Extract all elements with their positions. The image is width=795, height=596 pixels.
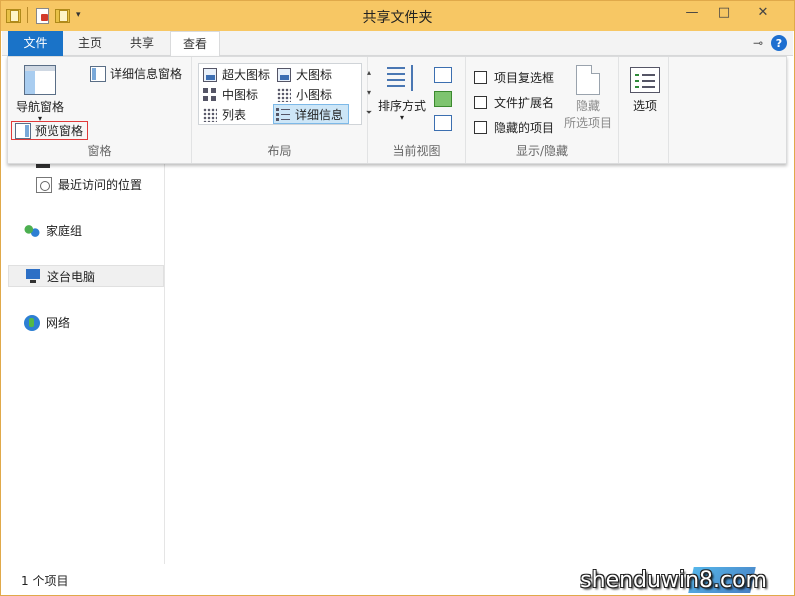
layout-group-label: 布局 <box>267 144 292 158</box>
list-icon <box>203 107 217 122</box>
extra-large-icons-icon <box>203 67 217 82</box>
details-pane-label: 详细信息窗格 <box>110 67 183 81</box>
recent-places-icon <box>36 176 52 193</box>
panes-group: 导航窗格 ▾ 预览窗格 详细信息窗格 窗格 <box>8 57 192 163</box>
options-icon <box>630 67 660 93</box>
layout-item-label: 详细信息 <box>295 107 344 122</box>
nav-item-network[interactable]: 网络 <box>24 314 70 331</box>
hidden-items-toggle[interactable]: 隐藏的项目 <box>474 119 554 136</box>
preview-pane-label: 预览窗格 <box>35 124 84 138</box>
options-label: 选项 <box>632 99 657 113</box>
chevron-down-icon: ▾ <box>399 113 404 122</box>
item-count: 1 个项目 <box>21 574 69 588</box>
desktop-icon <box>36 164 50 168</box>
show-hide-group: 项目复选框 文件扩展名 隐藏的项目 隐藏 所选项目 显示/隐藏 <box>466 57 619 163</box>
nav-item-label: 网络 <box>46 316 71 330</box>
hide-selected-label-2: 所选项目 <box>563 116 612 130</box>
hide-selected-label: 隐藏 <box>575 99 600 113</box>
large-icons-icon <box>277 67 291 82</box>
file-list-area[interactable] <box>166 164 793 564</box>
nav-item-recent-places[interactable]: 最近访问的位置 <box>36 176 142 193</box>
close-button[interactable]: ✕ <box>740 1 786 23</box>
preview-pane-icon <box>15 122 31 139</box>
sort-by-icon <box>385 63 419 95</box>
current-view-group-label: 当前视图 <box>392 144 441 158</box>
tab-share[interactable]: 共享 <box>118 31 166 56</box>
homegroup-icon <box>24 222 40 239</box>
hide-selected-items-button[interactable]: 隐藏 所选项目 <box>560 65 616 131</box>
small-icons-icon <box>277 87 291 102</box>
sort-by-label: 排序方式 <box>377 99 426 113</box>
status-bar: 1 个项目 shenduwin8.com <box>2 565 793 595</box>
layout-item-label: 超大图标 <box>222 68 271 82</box>
file-extensions-toggle[interactable]: 文件扩展名 <box>474 94 554 111</box>
details-pane-icon <box>90 65 106 82</box>
nav-item-homegroup[interactable]: 家庭组 <box>24 222 82 239</box>
details-pane-button[interactable]: 详细信息窗格 <box>90 65 182 82</box>
layout-medium-icons[interactable]: 中图标 <box>201 85 260 104</box>
watermark-text: shenduwin8.com <box>580 567 767 593</box>
navigation-pane-button[interactable]: 导航窗格 ▾ <box>12 65 68 123</box>
item-checkboxes-label: 项目复选框 <box>494 71 555 85</box>
navigation-pane-icon <box>24 65 56 95</box>
nav-item-label: 家庭组 <box>46 224 83 238</box>
options-group: 选项 <box>619 57 669 163</box>
file-extensions-label: 文件扩展名 <box>494 96 555 110</box>
layout-group: 超大图标 大图标 中图标 小图标 列表 详细信息 ▴ ▾ ⏷ 布局 <box>192 57 372 163</box>
minimize-button[interactable]: — <box>676 1 708 23</box>
title-bar: ▾ 共享文件夹 — □ ✕ <box>1 1 794 31</box>
details-icon <box>276 107 290 121</box>
explorer-window: ▾ 共享文件夹 — □ ✕ 文件 主页 共享 查看 ⊸ ? 导航窗格 ▾ 预览窗… <box>0 0 795 596</box>
layout-item-label: 大图标 <box>296 68 333 82</box>
layout-item-label: 中图标 <box>222 88 259 102</box>
ribbon-tab-bar: 文件 主页 共享 查看 ⊸ ? <box>2 31 793 57</box>
layout-list[interactable]: 列表 <box>201 105 248 124</box>
pin-ribbon-icon[interactable]: ⊸ <box>753 36 763 50</box>
checkbox[interactable] <box>474 121 487 134</box>
maximize-button[interactable]: □ <box>708 1 740 23</box>
ribbon-view: 导航窗格 ▾ 预览窗格 详细信息窗格 窗格 超大图标 大图标 中图标 小图标 列… <box>7 56 787 164</box>
preview-pane-button[interactable]: 预览窗格 <box>11 121 89 140</box>
size-columns-icon[interactable] <box>434 115 452 131</box>
item-checkboxes-toggle[interactable]: 项目复选框 <box>474 69 554 86</box>
layout-extra-large-icons[interactable]: 超大图标 <box>201 65 272 84</box>
layout-small-icons[interactable]: 小图标 <box>275 85 334 104</box>
sort-by-button[interactable]: 排序方式 ▾ <box>374 63 430 122</box>
nav-item-label: 这台电脑 <box>47 269 96 284</box>
layout-details[interactable]: 详细信息 <box>273 104 349 124</box>
show-hide-group-label: 显示/隐藏 <box>515 144 569 158</box>
tab-file[interactable]: 文件 <box>8 31 63 56</box>
add-columns-icon[interactable] <box>434 91 452 107</box>
navigation-pane: 最近访问的位置 家庭组 这台电脑 网络 <box>2 164 165 564</box>
hidden-items-label: 隐藏的项目 <box>494 121 555 135</box>
checkbox[interactable] <box>474 71 487 84</box>
nav-item-this-pc[interactable]: 这台电脑 <box>8 265 164 287</box>
layout-large-icons[interactable]: 大图标 <box>275 65 334 84</box>
tab-bar-right: ⊸ ? <box>753 35 787 51</box>
layout-item-label: 小图标 <box>296 88 333 102</box>
this-pc-icon <box>25 268 41 284</box>
group-by-icon[interactable] <box>434 67 452 83</box>
current-view-group: 排序方式 ▾ 当前视图 <box>368 57 466 163</box>
window-controls: — □ ✕ <box>676 1 786 23</box>
network-icon <box>24 314 40 331</box>
nav-item-label: 最近访问的位置 <box>58 178 143 192</box>
navigation-pane-label: 导航窗格 <box>15 100 64 114</box>
tab-home[interactable]: 主页 <box>66 31 114 56</box>
layout-item-label: 列表 <box>222 108 247 122</box>
hide-selected-icon <box>576 65 600 95</box>
options-button[interactable]: 选项 <box>623 67 667 114</box>
medium-icons-icon <box>203 87 217 102</box>
help-icon[interactable]: ? <box>771 35 787 51</box>
checkbox[interactable] <box>474 96 487 109</box>
layout-gallery: 超大图标 大图标 中图标 小图标 列表 详细信息 <box>198 63 362 125</box>
tab-view[interactable]: 查看 <box>170 31 221 57</box>
panes-group-label: 窗格 <box>87 144 112 158</box>
